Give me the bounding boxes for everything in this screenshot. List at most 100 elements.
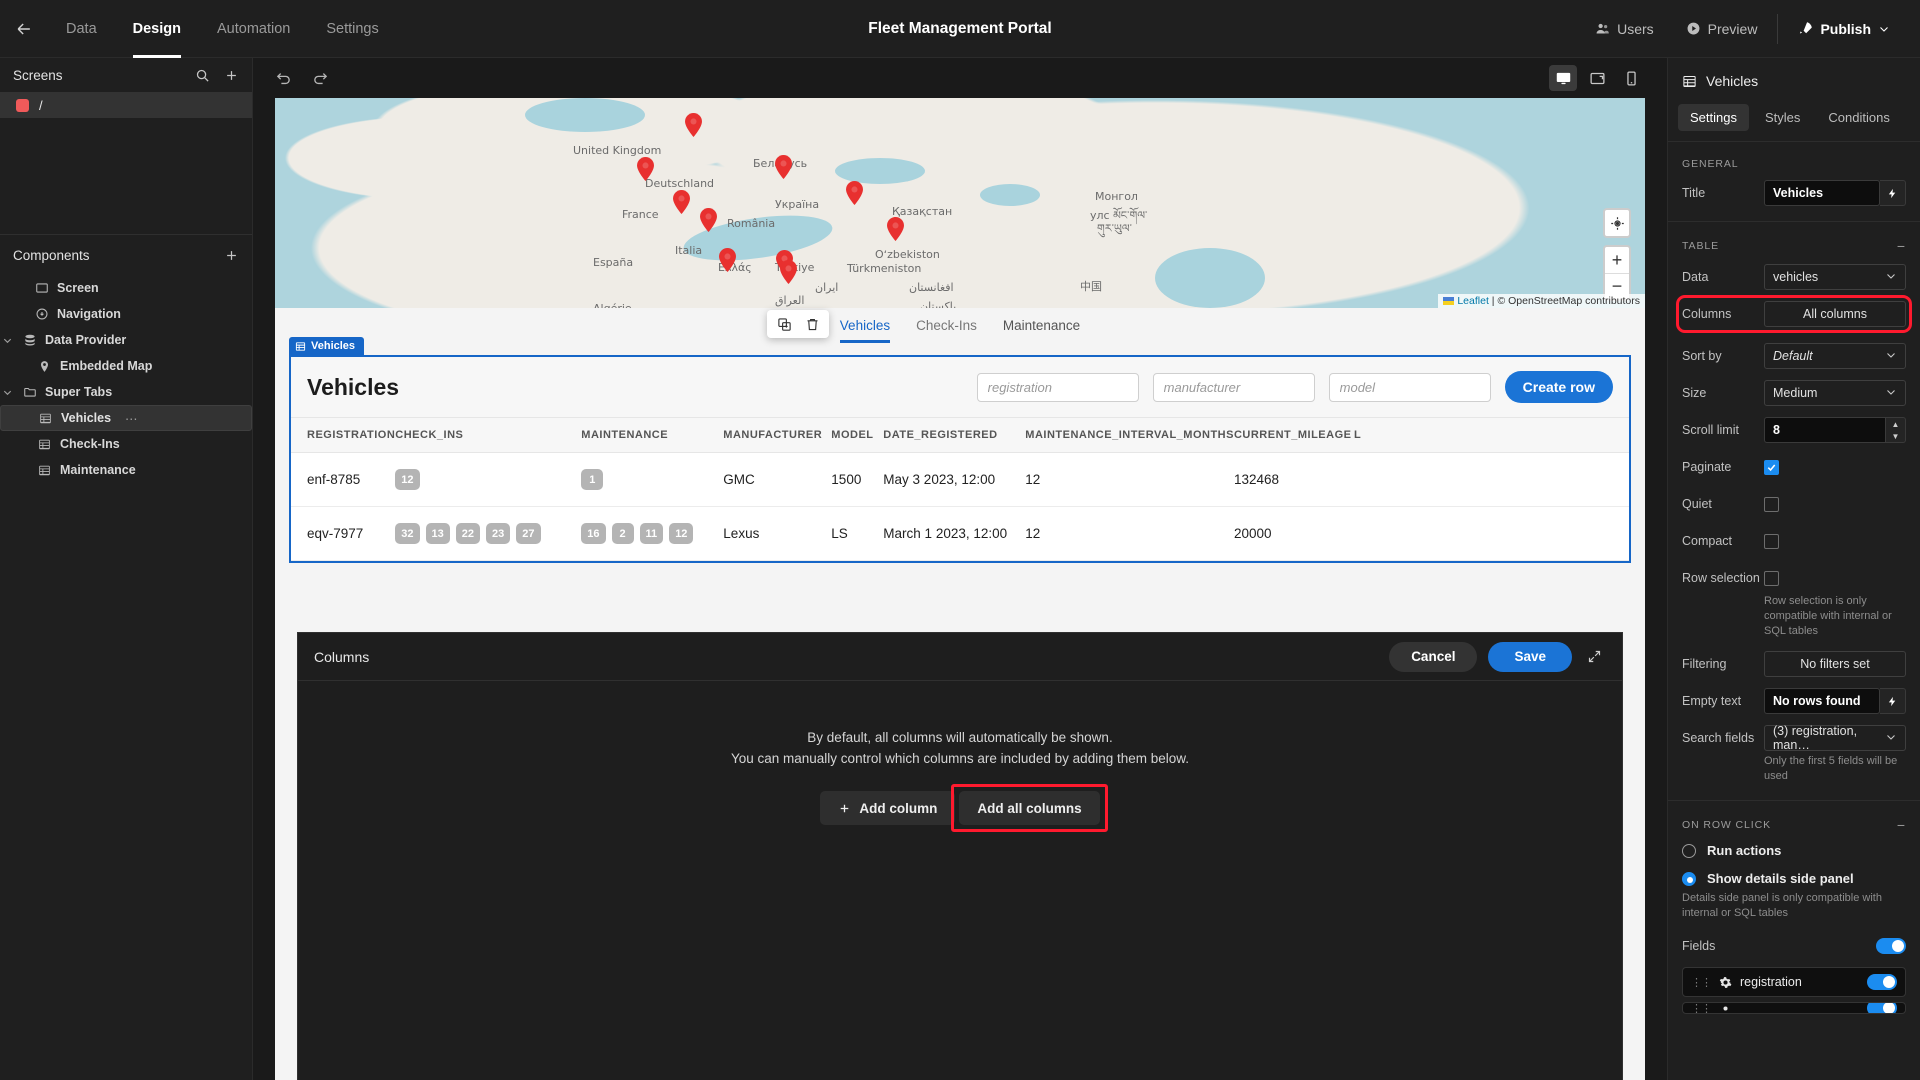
field-item-partial[interactable]: ⋮⋮: [1682, 1002, 1906, 1014]
back-button[interactable]: [0, 0, 48, 58]
tree-item-data-provider[interactable]: Data Provider: [0, 327, 252, 353]
chevron-down-icon[interactable]: [0, 335, 14, 346]
embedded-map[interactable]: United Kingdom Deutschland Беларусь Fran…: [275, 98, 1645, 308]
col-date-registered[interactable]: DATE_REGISTERED: [883, 418, 1026, 453]
save-button[interactable]: Save: [1488, 641, 1572, 672]
map-pin-icon[interactable]: [846, 181, 863, 205]
preview-button[interactable]: Preview: [1670, 0, 1774, 58]
publish-button[interactable]: Publish: [1782, 0, 1906, 58]
search-icon[interactable]: [195, 68, 210, 83]
undo-icon[interactable]: [275, 70, 292, 87]
tab-styles[interactable]: Styles: [1753, 104, 1812, 131]
field-toggle[interactable]: [1867, 974, 1897, 990]
search-input-manufacturer[interactable]: [1152, 372, 1315, 402]
map-pin-icon[interactable]: [780, 260, 797, 284]
field-item-registration[interactable]: ⋮⋮ registration: [1682, 967, 1906, 997]
scroll-limit-input[interactable]: 8: [1764, 417, 1886, 443]
delete-icon[interactable]: [799, 311, 825, 337]
empty-text-input[interactable]: No rows found: [1764, 688, 1880, 714]
sort-by-select[interactable]: Default: [1764, 343, 1906, 369]
row-selection-checkbox[interactable]: [1764, 570, 1779, 586]
col-maintenance-interval[interactable]: MAINTENANCE_INTERVAL_MONTHS: [1025, 418, 1234, 453]
title-input[interactable]: Vehicles: [1764, 180, 1880, 206]
tree-item-vehicles[interactable]: Vehicles ⋯: [0, 405, 252, 431]
table-row[interactable]: eqv-7977 32 13 22 23 27 16 2 11 12 Lexus…: [291, 506, 1629, 561]
add-column-button[interactable]: Add column: [820, 791, 956, 825]
stepper-down-icon[interactable]: ▼: [1886, 430, 1905, 442]
tree-item-super-tabs[interactable]: Super Tabs: [0, 379, 252, 405]
mobile-icon[interactable]: [1617, 65, 1645, 91]
map-pin-icon[interactable]: [673, 190, 690, 214]
chevron-down-icon[interactable]: [0, 387, 14, 398]
tree-item-screen[interactable]: Screen: [0, 275, 252, 301]
col-truncated[interactable]: L: [1353, 418, 1629, 453]
col-current-mileage[interactable]: CURRENT_MILEAGE: [1233, 418, 1354, 453]
nav-item-data[interactable]: Data: [48, 0, 115, 58]
option-show-details-side-panel[interactable]: Show details side panel: [1682, 871, 1906, 886]
gear-icon[interactable]: [1719, 1003, 1732, 1013]
search-input-registration[interactable]: [976, 372, 1139, 402]
col-check-ins[interactable]: CHECK_INS: [395, 418, 582, 453]
nav-item-design[interactable]: Design: [115, 0, 199, 58]
filtering-button[interactable]: No filters set: [1764, 651, 1906, 677]
lightning-icon[interactable]: [1880, 180, 1906, 206]
create-row-button[interactable]: Create row: [1504, 371, 1613, 403]
drag-handle-icon[interactable]: ⋮⋮: [1691, 976, 1712, 989]
collapse-icon[interactable]: −: [1897, 817, 1906, 833]
tab-maintenance[interactable]: Maintenance: [1003, 318, 1080, 343]
tab-vehicles[interactable]: Vehicles: [839, 318, 891, 343]
search-fields-select[interactable]: (3) registration, man…: [1764, 724, 1906, 752]
nav-item-settings[interactable]: Settings: [308, 0, 396, 58]
lightning-icon[interactable]: [1880, 688, 1906, 714]
stepper-up-icon[interactable]: ▲: [1886, 418, 1905, 430]
gear-icon[interactable]: [1719, 976, 1732, 989]
nav-item-automation[interactable]: Automation: [199, 0, 308, 58]
users-button[interactable]: Users: [1579, 0, 1670, 58]
map-pin-icon[interactable]: [685, 113, 702, 137]
tree-item-navigation[interactable]: Navigation: [0, 301, 252, 327]
col-maintenance[interactable]: MAINTENANCE: [581, 418, 724, 453]
screen-item-root[interactable]: /: [0, 92, 252, 118]
map-pin-icon[interactable]: [719, 248, 736, 272]
tree-item-maintenance[interactable]: Maintenance: [0, 457, 252, 483]
more-options-icon[interactable]: ⋯: [125, 411, 139, 426]
scroll-limit-stepper[interactable]: ▲ ▼: [1886, 417, 1906, 443]
leaflet-link[interactable]: Leaflet: [1457, 295, 1489, 307]
col-registration[interactable]: REGISTRATION: [291, 418, 396, 453]
col-model[interactable]: MODEL: [831, 418, 884, 453]
map-pin-icon[interactable]: [700, 208, 717, 232]
tablet-icon[interactable]: [1583, 65, 1611, 91]
tab-conditions[interactable]: Conditions: [1816, 104, 1901, 131]
cancel-button[interactable]: Cancel: [1389, 641, 1478, 672]
fields-toggle[interactable]: [1876, 938, 1906, 954]
paginate-checkbox[interactable]: [1764, 459, 1779, 475]
compact-checkbox[interactable]: [1764, 533, 1779, 549]
quiet-checkbox[interactable]: [1764, 496, 1779, 512]
desktop-icon[interactable]: [1549, 65, 1577, 91]
map-pin-icon[interactable]: [637, 157, 654, 181]
option-run-actions[interactable]: Run actions: [1682, 843, 1906, 858]
tree-item-check-ins[interactable]: Check-Ins: [0, 431, 252, 457]
map-pin-icon[interactable]: [887, 217, 904, 241]
redo-icon[interactable]: [312, 70, 329, 87]
col-manufacturer[interactable]: MANUFACTURER: [723, 418, 832, 453]
map-pin-icon[interactable]: [775, 155, 792, 179]
add-screen-icon[interactable]: [224, 68, 239, 83]
drag-handle-icon[interactable]: ⋮⋮: [1691, 1003, 1712, 1013]
expand-icon[interactable]: [1583, 649, 1606, 664]
search-input-model[interactable]: [1328, 372, 1491, 402]
map-zoom-controls[interactable]: + −: [1603, 245, 1631, 301]
columns-button[interactable]: All columns: [1764, 301, 1906, 327]
duplicate-icon[interactable]: [771, 311, 797, 337]
field-toggle[interactable]: [1867, 1003, 1897, 1013]
tab-settings[interactable]: Settings: [1678, 104, 1749, 131]
table-row[interactable]: enf-8785 12 1 GMC 1500 May 3 2023, 12:00…: [291, 452, 1629, 507]
map-locate-button[interactable]: [1603, 208, 1631, 238]
size-select[interactable]: Medium: [1764, 380, 1906, 406]
collapse-icon[interactable]: −: [1897, 238, 1906, 254]
add-component-icon[interactable]: [224, 248, 239, 263]
zoom-in-button[interactable]: +: [1605, 247, 1629, 273]
tree-item-embedded-map[interactable]: Embedded Map: [0, 353, 252, 379]
add-all-columns-button[interactable]: Add all columns: [959, 791, 1100, 825]
data-select[interactable]: vehicles: [1764, 264, 1906, 290]
